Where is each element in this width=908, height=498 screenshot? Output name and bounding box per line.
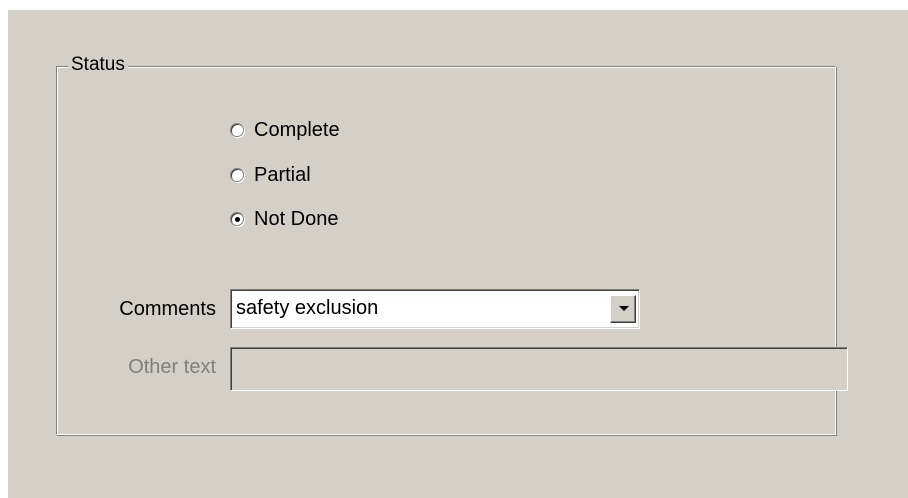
radio-selected-dot-icon xyxy=(235,217,240,222)
other-text-input[interactable] xyxy=(230,347,848,391)
status-group-legend: Status xyxy=(68,53,128,77)
radio-partial[interactable]: Partial xyxy=(230,161,311,189)
radio-button-icon[interactable] xyxy=(230,168,244,182)
radio-label: Complete xyxy=(254,119,340,141)
radio-complete[interactable]: Complete xyxy=(230,116,340,144)
radio-button-selected-icon[interactable] xyxy=(230,212,244,226)
other-text-label: Other text xyxy=(128,356,216,378)
dropdown-button[interactable] xyxy=(610,295,636,323)
radio-button-icon[interactable] xyxy=(230,123,244,137)
radio-label: Partial xyxy=(254,164,311,186)
comments-label: Comments xyxy=(119,298,216,320)
status-dialog: Status Complete Partial Not Done Comment… xyxy=(8,10,908,498)
radio-not-done[interactable]: Not Done xyxy=(230,205,339,233)
radio-label: Not Done xyxy=(254,208,339,230)
comments-dropdown[interactable]: safety exclusion xyxy=(230,289,640,329)
comments-selected-value: safety exclusion xyxy=(236,297,379,319)
chevron-down-icon xyxy=(619,306,629,311)
